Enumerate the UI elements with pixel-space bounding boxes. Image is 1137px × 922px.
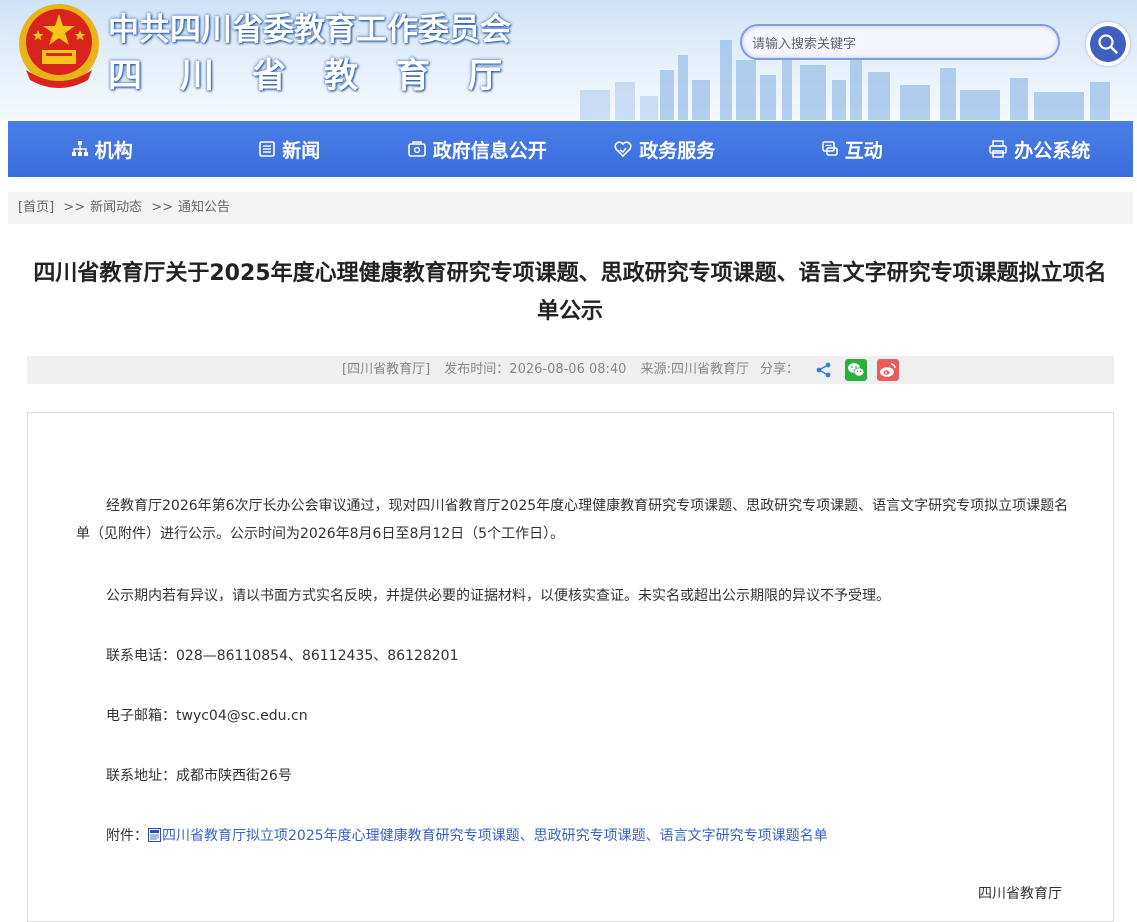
breadcrumb-news[interactable]: 新闻动态	[90, 200, 142, 215]
search-icon	[1098, 34, 1118, 54]
nav-item-news[interactable]: 新闻	[196, 121, 384, 177]
nav-item-org[interactable]: 机构	[8, 121, 196, 177]
article-content: 经教育厅2026年第6次厅长办公会审议通过，现对四川省教育厅2025年度心理健康…	[27, 412, 1114, 922]
attachment-label: 附件：	[106, 828, 148, 844]
national-emblem-icon	[19, 4, 99, 88]
attachment: 附件： 四川省教育厅拟立项2025年度心理健康教育研究专项课题、思政研究专项课题…	[76, 822, 1076, 850]
wechat-share-button[interactable]	[845, 359, 867, 381]
article-origin: 来源:四川省教育厅	[640, 362, 749, 377]
site-title-secondary: 四川省教育厅	[108, 56, 540, 96]
org-chart-icon	[71, 141, 88, 156]
contact-email: 电子邮箱：twyc04@sc.edu.cn	[76, 702, 1076, 730]
contact-email-value: twyc04@sc.edu.cn	[176, 708, 308, 724]
nav-item-label: 机构	[94, 139, 133, 162]
weibo-icon	[880, 363, 896, 377]
article-paragraph: 公示期内若有异议，请以书面方式实名反映，并提供必要的证据材料，以便核实查证。未实…	[106, 588, 890, 604]
nav-item-label: 政务服务	[639, 139, 716, 162]
site-title-primary: 中共四川省委教育工作委员会	[108, 12, 511, 48]
nav-item-label: 办公系统	[1014, 139, 1091, 162]
printer-icon	[989, 140, 1007, 158]
weibo-share-button[interactable]	[877, 359, 899, 381]
nav-item-info-public[interactable]: 政府信息公开	[383, 121, 571, 177]
article-source: [四川省教育厅]	[342, 362, 431, 377]
share-icon	[816, 362, 831, 378]
contact-phone: 联系电话：028—86110854、86112435、86128201	[76, 642, 1076, 670]
article-title: 四川省教育厅关于2025年度心理健康教育研究专项课题、思政研究专项课题、语言文字…	[33, 261, 1107, 324]
article-meta-bar: [四川省教育厅] 发布时间：2026-08-06 08:40 来源:四川省教育厅…	[27, 356, 1114, 384]
site-header: 中共四川省委教育工作委员会 四川省教育厅	[0, 0, 1137, 120]
breadcrumb-separator: >>	[63, 200, 86, 215]
attachment-link[interactable]: 四川省教育厅拟立项2025年度心理健康教育研究专项课题、思政研究专项课题、语言文…	[162, 828, 828, 844]
search-button[interactable]	[1086, 22, 1130, 66]
contact-phone-label: 联系电话：	[106, 648, 176, 664]
article-publish-time: 发布时间：2026-08-06 08:40	[444, 362, 627, 377]
breadcrumb-notices[interactable]: 通知公告	[178, 200, 230, 215]
article-signature: 四川省教育厅	[978, 886, 1062, 902]
nav-item-service[interactable]: 政务服务	[571, 121, 759, 177]
nav-item-label: 互动	[844, 139, 883, 162]
nav-item-office[interactable]: 办公系统	[946, 121, 1134, 177]
nav-item-label: 政府信息公开	[432, 139, 547, 162]
service-heart-icon	[614, 141, 632, 158]
breadcrumb-home[interactable]: [首页]	[18, 200, 54, 215]
main-nav: 机构 新闻 政府信息公开 政务服务 互动 办公系统	[8, 121, 1133, 177]
share-button[interactable]	[813, 359, 835, 381]
contact-address: 联系地址：成都市陕西街26号	[76, 762, 1076, 790]
search-box	[740, 24, 1060, 60]
nav-item-interaction[interactable]: 互动	[758, 121, 946, 177]
nav-item-label: 新闻	[282, 139, 321, 162]
wechat-icon	[848, 363, 865, 377]
chat-icon	[821, 141, 838, 156]
contact-email-label: 电子邮箱：	[106, 708, 176, 724]
info-public-icon	[407, 141, 426, 157]
word-document-icon	[148, 828, 161, 842]
contact-address-value: 成都市陕西街26号	[176, 768, 292, 784]
share-label: 分享：	[760, 362, 800, 377]
news-icon	[259, 141, 276, 157]
article-paragraph: 经教育厅2026年第6次厅长办公会审议通过，现对四川省教育厅2025年度心理健康…	[76, 498, 1069, 542]
contact-address-label: 联系地址：	[106, 768, 176, 784]
contact-phone-value: 028—86110854、86112435、86128201	[176, 648, 459, 664]
breadcrumb-separator: >>	[151, 200, 174, 215]
search-input[interactable]	[750, 32, 1054, 56]
breadcrumb: [首页] >> 新闻动态 >> 通知公告	[8, 192, 1133, 224]
